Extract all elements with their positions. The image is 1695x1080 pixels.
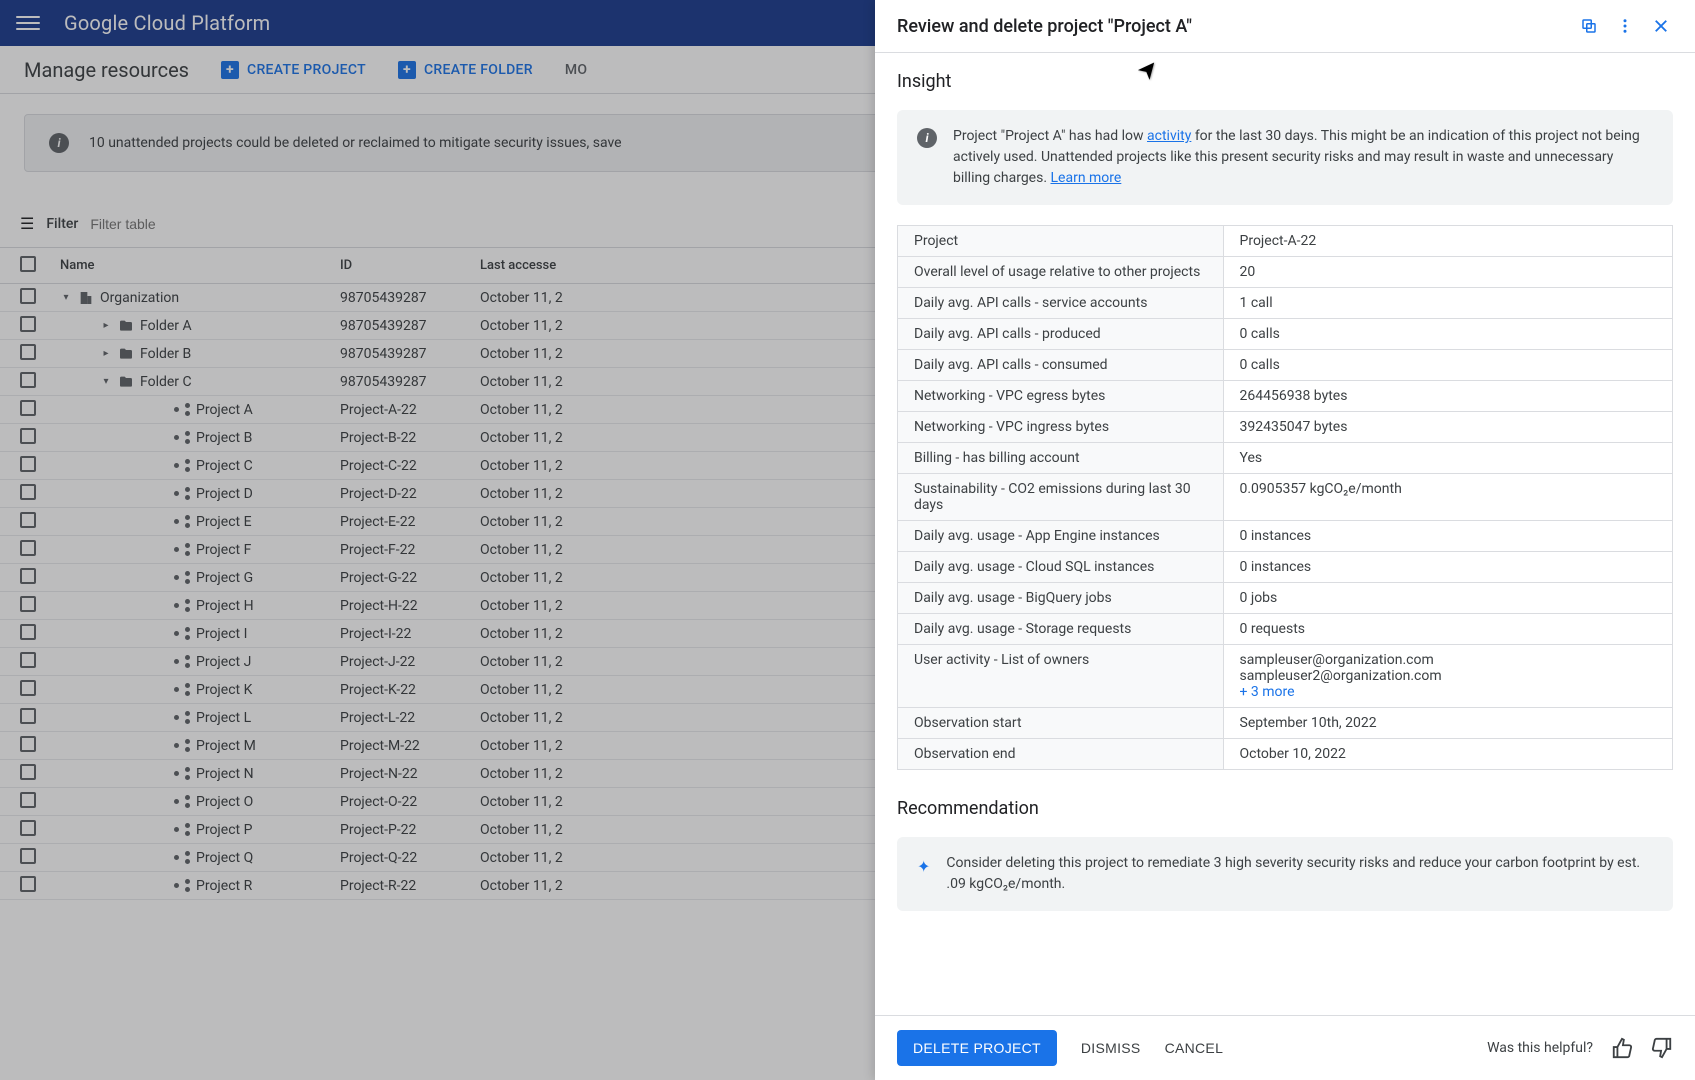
insight-table: ProjectProject-A-22Overall level of usag… <box>897 225 1673 770</box>
insight-value: 0.0905357 kgCO₂e/month <box>1223 474 1673 521</box>
insight-row: Daily avg. usage - App Engine instances0… <box>898 521 1673 552</box>
insight-text: Project "Project A" has had low activity… <box>953 126 1653 189</box>
insight-value: 0 calls <box>1223 350 1673 381</box>
insight-key: Networking - VPC egress bytes <box>898 381 1224 412</box>
insight-row: Daily avg. API calls - produced0 calls <box>898 319 1673 350</box>
insight-heading: Insight <box>897 71 1673 92</box>
insight-row: Daily avg. usage - Storage requests0 req… <box>898 614 1673 645</box>
insight-key: Billing - has billing account <box>898 443 1224 474</box>
insight-row: Billing - has billing accountYes <box>898 443 1673 474</box>
insight-key: Observation start <box>898 708 1224 739</box>
side-panel: Review and delete project "Project A" In… <box>875 0 1695 1080</box>
insight-key: Daily avg. usage - BigQuery jobs <box>898 583 1224 614</box>
insight-value: 0 instances <box>1223 521 1673 552</box>
insight-value: 0 jobs <box>1223 583 1673 614</box>
thumbs-down-icon[interactable] <box>1651 1037 1673 1059</box>
insight-key: Daily avg. API calls - produced <box>898 319 1224 350</box>
insight-row: Sustainability - CO2 emissions during la… <box>898 474 1673 521</box>
insight-key: Sustainability - CO2 emissions during la… <box>898 474 1224 521</box>
recommendation-text: Consider deleting this project to remedi… <box>946 853 1653 895</box>
insight-row: Observation startSeptember 10th, 2022 <box>898 708 1673 739</box>
owner-email: sampleuser@organization.com <box>1240 652 1657 668</box>
insight-row: Daily avg. API calls - service accounts1… <box>898 288 1673 319</box>
recommendation-heading: Recommendation <box>897 798 1673 819</box>
panel-footer: DELETE PROJECT DISMISS CANCEL Was this h… <box>875 1015 1695 1080</box>
thumbs-up-icon[interactable] <box>1611 1037 1633 1059</box>
insight-key: Daily avg. API calls - consumed <box>898 350 1224 381</box>
insight-key: Observation end <box>898 739 1224 770</box>
copy-icon[interactable] <box>1577 14 1601 38</box>
insight-value: 264456938 bytes <box>1223 381 1673 412</box>
more-vert-icon[interactable] <box>1613 14 1637 38</box>
insight-key: Project <box>898 226 1224 257</box>
cancel-button[interactable]: CANCEL <box>1165 1040 1224 1056</box>
insight-row: Daily avg. usage - BigQuery jobs0 jobs <box>898 583 1673 614</box>
learn-more-link[interactable]: Learn more <box>1051 170 1122 186</box>
insight-key: Overall level of usage relative to other… <box>898 257 1224 288</box>
panel-title: Review and delete project "Project A" <box>897 16 1565 37</box>
lightbulb-icon: ✦ <box>917 855 930 879</box>
insight-value: 0 calls <box>1223 319 1673 350</box>
insight-value: 392435047 bytes <box>1223 412 1673 443</box>
insight-key: Networking - VPC ingress bytes <box>898 412 1224 443</box>
insight-row: Observation endOctober 10, 2022 <box>898 739 1673 770</box>
insight-row: Daily avg. usage - Cloud SQL instances0 … <box>898 552 1673 583</box>
dismiss-button[interactable]: DISMISS <box>1081 1040 1141 1056</box>
owner-email: sampleuser2@organization.com <box>1240 668 1657 684</box>
delete-project-button[interactable]: DELETE PROJECT <box>897 1030 1057 1066</box>
insight-value: Project-A-22 <box>1223 226 1673 257</box>
insight-value: 1 call <box>1223 288 1673 319</box>
insight-row: Overall level of usage relative to other… <box>898 257 1673 288</box>
activity-link[interactable]: activity <box>1147 128 1191 144</box>
info-icon: i <box>917 128 937 148</box>
insight-value: Yes <box>1223 443 1673 474</box>
insight-value: 0 requests <box>1223 614 1673 645</box>
insight-key: Daily avg. API calls - service accounts <box>898 288 1224 319</box>
insight-value: 20 <box>1223 257 1673 288</box>
insight-key: Daily avg. usage - Storage requests <box>898 614 1224 645</box>
insight-key: User activity - List of owners <box>898 645 1224 708</box>
insight-row: Networking - VPC ingress bytes392435047 … <box>898 412 1673 443</box>
owners-more-link[interactable]: + 3 more <box>1240 684 1657 700</box>
insight-value: sampleuser@organization.comsampleuser2@o… <box>1223 645 1673 708</box>
insight-key: Daily avg. usage - Cloud SQL instances <box>898 552 1224 583</box>
insight-value: September 10th, 2022 <box>1223 708 1673 739</box>
insight-row: Daily avg. API calls - consumed0 calls <box>898 350 1673 381</box>
insight-row: Networking - VPC egress bytes264456938 b… <box>898 381 1673 412</box>
helpful-label: Was this helpful? <box>1487 1040 1593 1056</box>
close-icon[interactable] <box>1649 14 1673 38</box>
insight-callout: i Project "Project A" has had low activi… <box>897 110 1673 205</box>
insight-value: October 10, 2022 <box>1223 739 1673 770</box>
insight-value: 0 instances <box>1223 552 1673 583</box>
insight-row: User activity - List of ownerssampleuser… <box>898 645 1673 708</box>
recommendation-callout: ✦ Consider deleting this project to reme… <box>897 837 1673 911</box>
insight-row: ProjectProject-A-22 <box>898 226 1673 257</box>
insight-key: Daily avg. usage - App Engine instances <box>898 521 1224 552</box>
